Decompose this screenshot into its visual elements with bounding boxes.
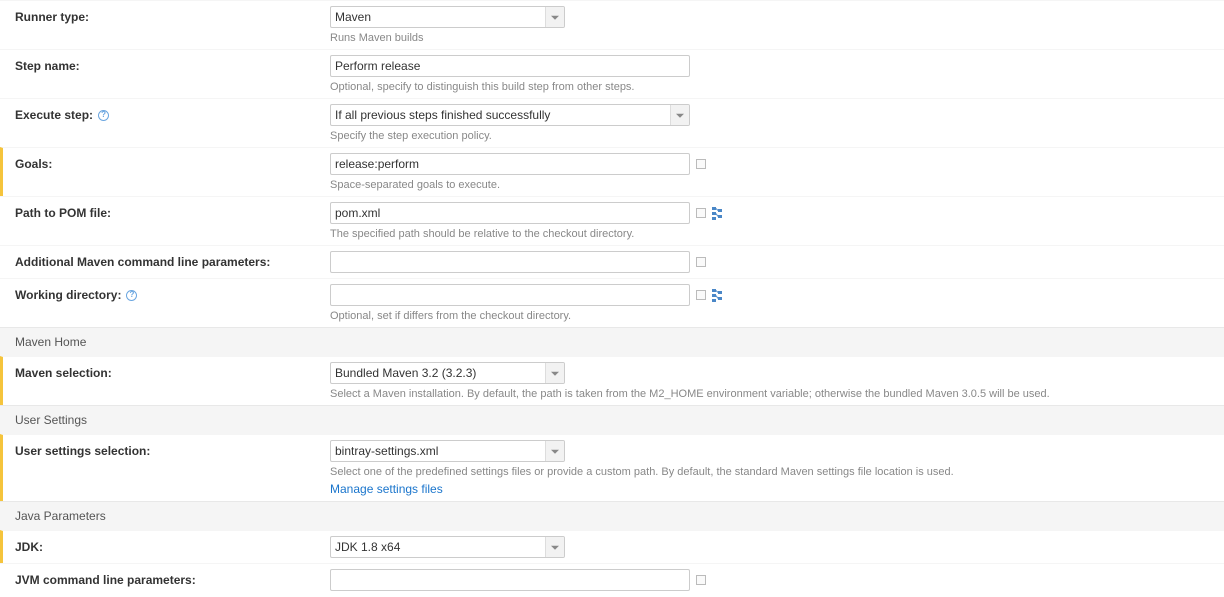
additional-params-input[interactable] xyxy=(330,251,690,273)
row-pom-path: Path to POM file: The specified path sho… xyxy=(0,196,1224,245)
maven-selection-hint: Select a Maven installation. By default,… xyxy=(330,388,1224,400)
jvm-params-label: JVM command line parameters: xyxy=(15,569,330,587)
expand-icon[interactable] xyxy=(696,290,706,300)
pom-path-input[interactable] xyxy=(330,202,690,224)
execute-step-label: Execute step: ? xyxy=(15,104,330,122)
maven-selection-select[interactable]: Bundled Maven 3.2 (3.2.3) xyxy=(330,362,565,384)
pom-path-label: Path to POM file: xyxy=(15,202,330,220)
runner-type-label: Runner type: xyxy=(15,6,330,24)
jvm-params-input[interactable] xyxy=(330,569,690,591)
step-name-hint: Optional, specify to distinguish this bu… xyxy=(330,81,1224,93)
step-name-input[interactable] xyxy=(330,55,690,77)
execute-step-select[interactable]: If all previous steps finished successfu… xyxy=(330,104,690,126)
runner-type-hint: Runs Maven builds xyxy=(330,32,1224,44)
row-jdk: JDK: JDK 1.8 x64 xyxy=(0,530,1224,563)
additional-params-label: Additional Maven command line parameters… xyxy=(15,251,330,269)
working-dir-hint: Optional, set if differs from the checko… xyxy=(330,310,1224,322)
execute-step-hint: Specify the step execution policy. xyxy=(330,130,1224,142)
working-dir-label: Working directory: ? xyxy=(15,284,330,302)
row-runner-type: Runner type: Maven Runs Maven builds xyxy=(0,0,1224,49)
section-user-settings: User Settings xyxy=(0,405,1224,434)
row-working-dir: Working directory: ? Optional, set if di… xyxy=(0,278,1224,327)
jdk-select[interactable]: JDK 1.8 x64 xyxy=(330,536,565,558)
row-maven-selection: Maven selection: Bundled Maven 3.2 (3.2.… xyxy=(0,356,1224,405)
expand-icon[interactable] xyxy=(696,575,706,585)
jdk-label: JDK: xyxy=(15,536,330,554)
user-settings-label: User settings selection: xyxy=(15,440,330,458)
section-maven-home: Maven Home xyxy=(0,327,1224,356)
row-user-settings-selection: User settings selection: bintray-setting… xyxy=(0,434,1224,501)
row-jvm-params: JVM command line parameters: xyxy=(0,563,1224,596)
pom-path-hint: The specified path should be relative to… xyxy=(330,228,1224,240)
step-name-label: Step name: xyxy=(15,55,330,73)
runner-type-select[interactable]: Maven xyxy=(330,6,565,28)
expand-icon[interactable] xyxy=(696,208,706,218)
manage-settings-link[interactable]: Manage settings files xyxy=(330,482,443,496)
section-java-params: Java Parameters xyxy=(0,501,1224,530)
goals-input[interactable] xyxy=(330,153,690,175)
help-icon[interactable]: ? xyxy=(126,290,137,301)
goals-hint: Space-separated goals to execute. xyxy=(330,179,1224,191)
row-goals: Goals: Space-separated goals to execute. xyxy=(0,147,1224,196)
row-step-name: Step name: Optional, specify to distingu… xyxy=(0,49,1224,98)
expand-icon[interactable] xyxy=(696,257,706,267)
user-settings-select[interactable]: bintray-settings.xml xyxy=(330,440,565,462)
row-execute-step: Execute step: ? If all previous steps fi… xyxy=(0,98,1224,147)
goals-label: Goals: xyxy=(15,153,330,171)
working-dir-input[interactable] xyxy=(330,284,690,306)
expand-icon[interactable] xyxy=(696,159,706,169)
row-additional-params: Additional Maven command line parameters… xyxy=(0,245,1224,278)
tree-picker-icon[interactable] xyxy=(712,288,726,302)
tree-picker-icon[interactable] xyxy=(712,206,726,220)
user-settings-hint: Select one of the predefined settings fi… xyxy=(330,466,1224,478)
help-icon[interactable]: ? xyxy=(98,110,109,121)
maven-selection-label: Maven selection: xyxy=(15,362,330,380)
